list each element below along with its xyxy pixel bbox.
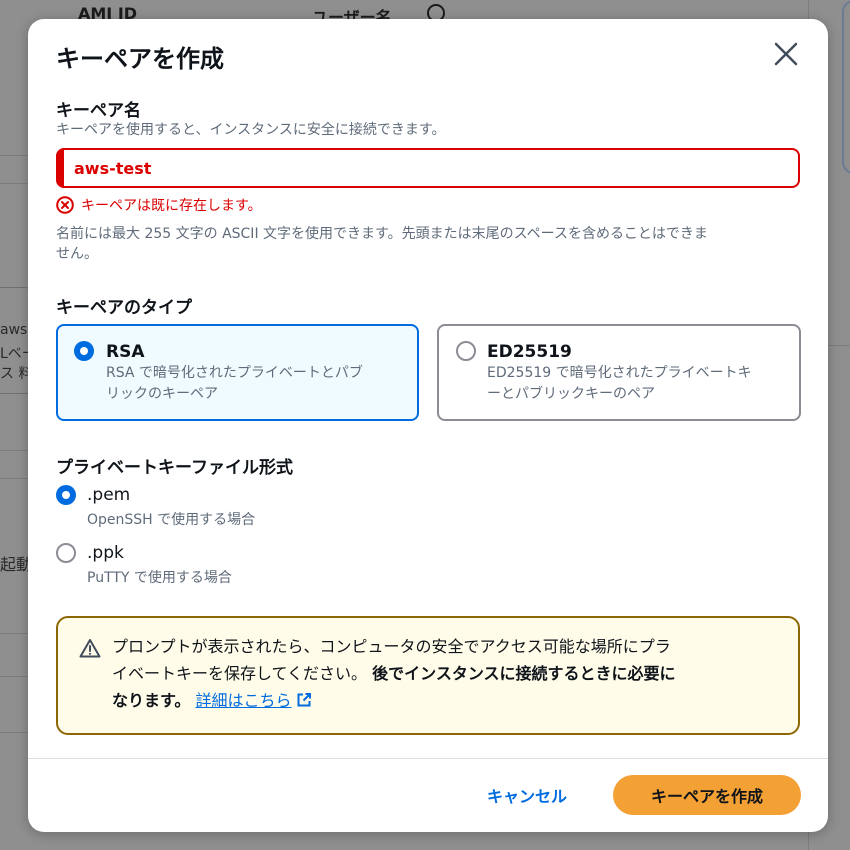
key-name-error: キーペアは既に存在します。 [56,195,262,215]
warning-icon [79,639,101,658]
bg-divider [0,478,28,479]
learn-more-link[interactable]: 詳細はこちら [196,691,312,710]
option-title: ED25519 [487,342,572,362]
key-type-option-rsa[interactable]: RSA RSA で暗号化されたプライベートとパブ リックのキーペア [56,324,419,421]
option-title: RSA [106,342,145,362]
bg-divider [0,633,28,634]
file-format-label: プライベートキーファイル形式 [56,458,293,478]
create-key-pair-modal: キーペアを作成 キーペア名 キーペアを使用すると、インスタンスに安全に接続できま… [28,19,828,832]
radio-pem[interactable] [56,485,76,505]
key-name-constraint: せん。 [56,246,98,262]
option-title-ppk[interactable]: .ppk [87,543,124,563]
bg-divider [0,732,28,733]
close-icon [774,42,798,66]
option-description: RSA で暗号化されたプライベートとパブ [106,365,363,381]
bg-divider [0,155,28,156]
option-description-ppk: PuTTY で使用する場合 [87,570,232,586]
key-name-description: キーペアを使用すると、インスタンスに安全に接続できます。 [56,122,446,138]
key-name-input[interactable] [56,148,800,188]
close-button[interactable] [771,39,801,69]
radio-button[interactable] [456,341,476,361]
key-type-option-ed25519[interactable]: ED25519 ED25519 で暗号化されたプライベートキ ーとパブリックキー… [437,324,801,421]
radio-button-selected[interactable] [74,341,94,361]
create-key-pair-button[interactable]: キーペアを作成 [613,775,801,815]
option-description: ーとパブリックキーのペア [487,386,655,402]
option-description: ED25519 で暗号化されたプライベートキ [487,365,752,381]
error-icon [56,196,74,214]
alert-text-bold: 後でインスタンスに接続するときに必要に [372,664,676,683]
footer-divider [28,758,828,759]
warning-alert: プロンプトが表示されたら、コンピュータの安全でアクセス可能な場所にプラ イベート… [56,616,800,735]
error-message: キーペアは既に存在します。 [81,198,262,214]
option-description: リックのキーペア [106,386,218,402]
bg-divider [0,676,28,677]
modal-title: キーペアを作成 [56,45,224,73]
key-name-constraint: 名前には最大 255 文字の ASCII 文字を使用できます。先頭または末尾のス… [56,226,708,242]
bg-card [842,0,850,174]
link-text[interactable]: 詳細はこちら [196,691,292,710]
bg-divider [0,183,28,184]
alert-text: イベートキーを保存してください。 [112,664,368,683]
option-description-pem: OpenSSH で使用する場合 [87,512,256,528]
alert-text: プロンプトが表示されたら、コンピュータの安全でアクセス可能な場所にプラ [112,637,671,656]
key-name-label: キーペア名 [56,101,141,121]
alert-message: プロンプトが表示されたら、コンピュータの安全でアクセス可能な場所にプラ イベート… [112,633,772,714]
radio-ppk[interactable] [56,543,76,563]
cancel-button[interactable]: キャンセル [468,776,586,814]
alert-text-bold: なります。 [112,691,191,710]
option-title-pem[interactable]: .pem [87,485,130,505]
bg-divider [0,450,28,451]
bg-text-fragment: aws [0,322,28,338]
external-link-icon[interactable] [296,692,312,708]
key-type-label: キーペアのタイプ [56,298,192,318]
